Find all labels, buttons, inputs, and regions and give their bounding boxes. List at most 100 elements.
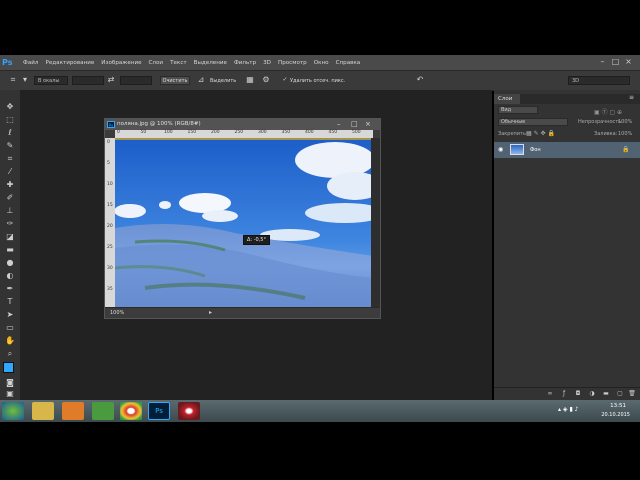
vertical-ruler[interactable]: 0 5 10 15 20 25 30 35 [105,138,115,310]
clock-date[interactable]: 20.10.2015 [601,412,630,418]
tools-panel: ✥ ⬚ ℓ ✎ ⌗ ⁄ ✚ ✐ ⊥ ✑ ◪ ▬ ● ◐ ✒ T ➤ ▭ ✋ ⌕ … [0,90,20,400]
photoshop-taskbar-icon[interactable]: Ps [148,402,170,420]
eye-icon[interactable]: ◉ [498,146,503,153]
eyedropper-icon[interactable]: ⁄ [4,167,16,177]
link-icon[interactable]: ∞ [546,390,554,398]
clock-time[interactable]: 13:51 [610,403,626,409]
menu-view[interactable]: Просмотр [278,60,307,66]
lock-icon: 🔒 [622,146,630,153]
chrome-taskbar-icon[interactable] [120,402,142,420]
lasso-icon[interactable]: ℓ [4,128,16,138]
gear-icon[interactable]: ⚙ [261,75,271,85]
shape-icon[interactable]: ▭ [4,323,16,333]
doc-maximize-icon[interactable]: □ [351,120,358,128]
blend-mode-select[interactable]: Обычные [498,118,568,126]
path-select-icon[interactable]: ➤ [4,310,16,320]
menu-filter[interactable]: Фильтр [234,60,256,66]
quick-mask-icon[interactable]: ◙ [4,378,16,388]
workspace-select[interactable]: 3D [568,76,630,85]
mask-icon[interactable]: ◘ [574,390,582,398]
start-button[interactable] [2,402,24,420]
clear-button[interactable]: Очистить [160,76,190,85]
recorder-taskbar-icon[interactable] [178,402,200,420]
width-field[interactable] [72,76,104,85]
close-icon[interactable]: × [624,57,633,66]
checkbox-icon[interactable]: ✓ [280,75,290,85]
crop-tool-icon[interactable]: ⌗ [4,154,16,164]
layer-name[interactable]: Фон [530,147,541,153]
media-player-taskbar-icon[interactable] [62,402,84,420]
stamp-icon[interactable]: ⊥ [4,206,16,216]
delete-cropped-label: Удалить отсеч. пикс. [290,78,346,84]
tray-icons[interactable]: ▴ ◈ ▮ ♪ [558,406,578,413]
ruler-tick-label: 100 [164,130,173,135]
move-icon[interactable]: ✥ [4,102,16,112]
app-taskbar-icon[interactable] [92,402,114,420]
image-canvas[interactable]: Δ: -0,5° [115,138,373,310]
lock-icons[interactable]: ▦ ✎ ✥ 🔒 [526,130,555,137]
layer-filter-select[interactable]: Вид [498,106,538,114]
menu-window[interactable]: Окно [314,60,329,66]
ruler-tick-label: 5 [107,161,110,166]
brush-icon[interactable]: ✐ [4,193,16,203]
healing-icon[interactable]: ✚ [4,180,16,190]
photoshop-logo: Ps [2,57,13,67]
meadow-photo [115,138,373,310]
height-field[interactable] [120,76,152,85]
explorer-taskbar-icon[interactable] [32,402,54,420]
tab-layers[interactable]: Слои [494,94,520,104]
zoom-icon[interactable]: ⌕ [4,349,16,359]
menu-edit[interactable]: Редактирование [45,60,94,66]
reset-icon[interactable]: ↶ [415,75,425,85]
menu-layers[interactable]: Слои [149,60,164,66]
maximize-icon[interactable]: □ [611,57,620,66]
menu-type[interactable]: Текст [170,60,187,66]
grid-overlay-icon[interactable]: ▦ [245,75,255,85]
new-layer-icon[interactable]: ▢ [616,390,624,398]
screen-mode-icon[interactable]: ▣ [4,389,16,399]
status-menu-arrow-icon[interactable]: ▸ [209,309,212,316]
trash-icon[interactable]: 🗑 [628,390,636,398]
ruler-tick-label: 450 [328,130,338,135]
filter-icons[interactable]: ▣ Ⓣ ▢ ⊕ [594,107,622,116]
hand-icon[interactable]: ✋ [4,336,16,346]
zoom-level[interactable]: 100% [110,310,124,316]
adjustment-icon[interactable]: ◑ [588,390,596,398]
dodge-icon[interactable]: ◐ [4,271,16,281]
fx-icon[interactable]: ƒ [560,390,568,398]
top-letterbox [0,0,640,55]
foreground-color-swatch[interactable] [3,362,14,373]
menu-3d[interactable]: 3D [263,60,271,66]
menu-image[interactable]: Изображение [101,60,141,66]
document-titlebar[interactable]: Ps поляна.jpg @ 100% (RGB/8#) – □ × [105,119,380,130]
straighten-label[interactable]: Выделить [210,78,236,84]
ratio-select[interactable]: В окалы [34,76,68,85]
ruler-tick-label: 0 [117,130,120,135]
panel-menu-icon[interactable]: ≡ [629,94,634,101]
layer-thumbnail [510,144,524,155]
fill-value[interactable]: 100% [618,131,632,137]
blur-icon[interactable]: ● [4,258,16,268]
menu-select[interactable]: Выделение [194,60,227,66]
crop-icon[interactable]: ⌗ [8,75,18,85]
dropdown-arrow-icon[interactable]: ▾ [20,75,30,85]
menu-help[interactable]: Справка [336,60,361,66]
minimize-icon[interactable]: – [598,57,607,66]
straighten-icon[interactable]: ⊿ [196,75,206,85]
doc-close-icon[interactable]: × [365,120,371,128]
marquee-icon[interactable]: ⬚ [4,115,16,125]
quick-select-icon[interactable]: ✎ [4,141,16,151]
doc-minimize-icon[interactable]: – [337,120,341,128]
type-icon[interactable]: T [4,297,16,307]
menu-file[interactable]: Файл [23,60,38,66]
eraser-icon[interactable]: ◪ [4,232,16,242]
pen-icon[interactable]: ✒ [4,284,16,294]
horizontal-ruler[interactable]: 0 50 100 150 200 250 300 350 400 450 500 [115,130,373,138]
layer-row-background[interactable]: ◉ Фон 🔒 [494,142,640,158]
vertical-scrollbar[interactable] [371,138,380,310]
history-brush-icon[interactable]: ✑ [4,219,16,229]
group-icon[interactable]: ▬ [602,390,610,398]
gradient-icon[interactable]: ▬ [4,245,16,255]
swap-icon[interactable]: ⇄ [106,75,116,85]
opacity-value[interactable]: 100% [618,119,632,125]
